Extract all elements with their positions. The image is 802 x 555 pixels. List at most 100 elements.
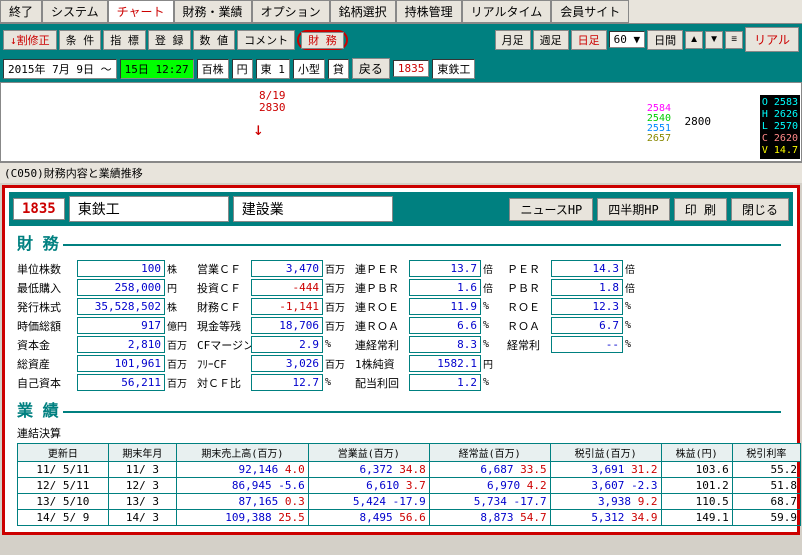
tab-chart[interactable]: チャート	[108, 0, 174, 23]
lbl-pbr: ＰＢＲ	[507, 280, 549, 296]
col-header: 株益(円)	[661, 444, 732, 462]
lbl-issued: 発行株式	[17, 299, 75, 315]
down-button[interactable]: ▼	[705, 31, 723, 49]
val-cons-ord: 8.3	[409, 336, 481, 353]
val-bps: 1582.1	[409, 355, 481, 372]
finance-header: 1835 東鉄工 建設業 ニュースHP 四半期HP 印 刷 閉じる	[9, 192, 793, 226]
finance-grid: 単位株数100株 営業ＣＦ3,470百万 連ＰＥＲ13.7倍 ＰＥＲ14.3倍 …	[9, 258, 793, 393]
lbl-op-cf: 営業ＣＦ	[197, 261, 249, 277]
lbl-per: ＰＥＲ	[507, 261, 549, 277]
week-button[interactable]: 週足	[533, 30, 569, 50]
lbl-cfmargin: CFマージン	[197, 337, 249, 353]
val-cfmargin: 2.9	[251, 336, 323, 353]
finance-button[interactable]: 財 務	[301, 32, 344, 49]
tab-realtime[interactable]: リアルタイム	[462, 0, 552, 23]
col-header: 税引利率	[732, 444, 800, 462]
indicator-button[interactable]: 指 標	[103, 30, 146, 50]
comment-button[interactable]: コメント	[237, 30, 295, 50]
quarter-button[interactable]: 四半期HP	[597, 198, 669, 221]
section-finance-title: 財 務	[9, 226, 793, 258]
lbl-ord: 経常利	[507, 337, 549, 353]
tab-hold[interactable]: 持株管理	[396, 0, 462, 23]
chart-marker: ↓	[253, 119, 264, 140]
period-unit: 日間	[647, 30, 683, 50]
ohlc-box: O 2583 H 2626 L 2570 C 2620 V 14.7	[760, 95, 800, 159]
tab-select[interactable]: 銘柄選択	[330, 0, 396, 23]
lbl-cfratio: 対ＣＦ比	[197, 375, 249, 391]
unit-field: 百株	[197, 59, 229, 79]
real-button[interactable]: リアル	[745, 27, 799, 52]
print-button[interactable]: 印 刷	[674, 198, 727, 221]
lbl-cons-roe: 連ＲＯＥ	[355, 299, 407, 315]
toolbar: ↓割修正 条 件 指 標 登 録 数 値 コメント 財 務 月足 週足 日足 6…	[0, 24, 802, 55]
day-field: 15日 12:27	[120, 59, 194, 79]
col-header: 更新日	[18, 444, 109, 462]
sector: 建設業	[233, 196, 393, 222]
number-button[interactable]: 数 値	[193, 30, 236, 50]
lbl-total-asset: 総資産	[17, 356, 75, 372]
tab-system[interactable]: システム	[42, 0, 108, 23]
tab-finance[interactable]: 財務・業績	[174, 0, 252, 23]
val-fcf: 3,026	[251, 355, 323, 372]
lbl-fcf: ﾌﾘｰCF	[197, 356, 249, 372]
val-fin-cf: -1,141	[251, 298, 323, 315]
chart-price-label: 2830	[259, 101, 286, 114]
val-total-asset: 101,961	[77, 355, 165, 372]
lbl-unit-shares: 単位株数	[17, 261, 75, 277]
up-button[interactable]: ▲	[685, 31, 703, 49]
lbl-cons-ord: 連経常利	[355, 337, 407, 353]
lbl-cons-roa: 連ＲＯＡ	[355, 318, 407, 334]
finance-panel: 1835 東鉄工 建設業 ニュースHP 四半期HP 印 刷 閉じる 財 務 単位…	[2, 185, 800, 535]
period-select[interactable]: 60 ▼	[609, 31, 646, 48]
col-header: 経常益(百万)	[429, 444, 550, 462]
val-ord: --	[551, 336, 623, 353]
stock-name: 東鉄工	[69, 196, 229, 222]
val-cons-roa: 6.6	[409, 317, 481, 334]
back-button[interactable]: 戻る	[352, 58, 390, 79]
val-roe: 12.3	[551, 298, 623, 315]
lbl-bps: 1株純資	[355, 356, 407, 372]
val-per: 14.3	[551, 260, 623, 277]
tab-end[interactable]: 終了	[0, 0, 42, 23]
tab-member[interactable]: 会員サイト	[551, 0, 629, 23]
panel-title: (C050)財務内容と業績推移	[0, 162, 802, 183]
lbl-min-buy: 最低購入	[17, 280, 75, 296]
news-button[interactable]: ニュースHP	[509, 198, 593, 221]
consolidated-label: 連結決算	[9, 425, 793, 441]
val-unit-shares: 100	[77, 260, 165, 277]
menu-button[interactable]: ≡	[725, 31, 743, 49]
lbl-inv-cf: 投資ＣＦ	[197, 280, 249, 296]
register-button[interactable]: 登 録	[148, 30, 191, 50]
val-cash: 18,706	[251, 317, 323, 334]
lbl-capital: 資本金	[17, 337, 75, 353]
lbl-cash: 現金等残	[197, 318, 249, 334]
table-row: 13/ 5/1013/ 387,165 0.35,424 -17.95,734 …	[18, 494, 801, 510]
month-button[interactable]: 月足	[495, 30, 531, 50]
stock-code: 1835	[13, 198, 65, 220]
col-header: 営業益(百万)	[308, 444, 429, 462]
date-field: 2015年 7月 9日 ～	[3, 59, 117, 79]
table-row: 11/ 5/1111/ 392,146 4.06,372 34.86,687 3…	[18, 462, 801, 478]
top-tabs: 終了 システム チャート 財務・業績 オプション 銘柄選択 持株管理 リアルタイ…	[0, 0, 802, 24]
val-divyield: 1.2	[409, 374, 481, 391]
section-results-title: 業 績	[9, 393, 793, 425]
val-cons-per: 13.7	[409, 260, 481, 277]
yen-field: 円	[232, 59, 253, 79]
split-adjust-button[interactable]: ↓割修正	[3, 30, 57, 50]
day-button[interactable]: 日足	[571, 30, 607, 50]
val-cons-pbr: 1.6	[409, 279, 481, 296]
date-bar: 2015年 7月 9日 ～ 15日 12:27 百株 円 東 1 小型 貸 戻る…	[0, 55, 802, 82]
tab-option[interactable]: オプション	[252, 0, 330, 23]
col-header: 税引益(百万)	[550, 444, 661, 462]
lbl-fin-cf: 財務ＣＦ	[197, 299, 249, 315]
code-field: 1835	[393, 60, 430, 77]
results-table: 更新日期末年月期末売上高(百万)営業益(百万)経常益(百万)税引益(百万)株益(…	[17, 443, 801, 526]
close-button[interactable]: 閉じる	[731, 198, 789, 221]
val-equity: 56,211	[77, 374, 165, 391]
condition-button[interactable]: 条 件	[59, 30, 102, 50]
val-cfratio: 12.7	[251, 374, 323, 391]
val-mktcap: 917	[77, 317, 165, 334]
val-min-buy: 258,000	[77, 279, 165, 296]
chart-canvas[interactable]: 8/19 2830 ↓ 2584 2540 2551 2657 2800	[0, 82, 802, 162]
val-inv-cf: -444	[251, 279, 323, 296]
